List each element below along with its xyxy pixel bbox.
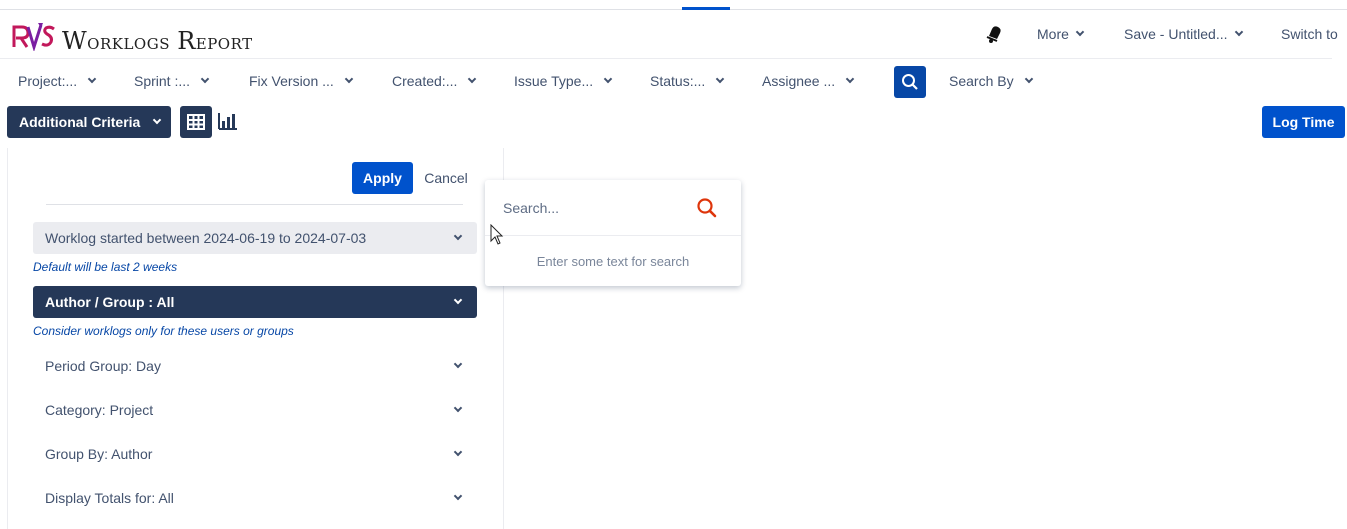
panel-divider — [46, 204, 463, 205]
chevron-down-icon — [603, 74, 613, 84]
filter-sprint[interactable]: Sprint :... — [134, 73, 210, 89]
criteria-hint: Default will be last 2 weeks — [33, 260, 178, 274]
criteria-label: Author / Group : All — [45, 294, 175, 310]
top-border — [0, 9, 1347, 10]
log-time-button[interactable]: Log Time — [1262, 106, 1345, 138]
user-search-dropdown: Enter some text for search — [485, 180, 741, 286]
chevron-down-icon — [468, 74, 477, 84]
criteria-worklog-date-range[interactable]: Worklog started between 2024-06-19 to 20… — [33, 222, 477, 254]
cancel-button[interactable]: Cancel — [418, 162, 474, 194]
search-button[interactable] — [894, 66, 926, 98]
more-menu[interactable]: More — [1037, 26, 1085, 42]
mouse-cursor-icon — [490, 224, 504, 245]
app-title-initial-1: W — [62, 27, 88, 55]
criteria-label: Display Totals for: All — [45, 490, 174, 506]
chevron-down-icon — [453, 447, 463, 457]
filter-label: Created:... — [392, 73, 458, 89]
save-label: Save - Untitled... — [1124, 26, 1228, 42]
filter-label: Status:... — [650, 73, 706, 89]
criteria-category[interactable]: Category: Project — [33, 394, 477, 426]
chevron-down-icon — [716, 74, 725, 84]
criteria-author-group[interactable]: Author / Group : All — [33, 286, 477, 318]
criteria-panel — [7, 148, 504, 529]
filter-fix-version[interactable]: Fix Version ... — [249, 73, 354, 89]
chevron-down-icon — [200, 74, 210, 84]
filter-label: Fix Version ... — [249, 73, 334, 89]
bell-icon[interactable] — [985, 25, 1003, 43]
chevron-down-icon — [87, 74, 97, 84]
chevron-down-icon — [153, 115, 162, 125]
chevron-down-icon — [453, 359, 463, 369]
criteria-display-totals[interactable]: Display Totals for: All — [33, 482, 477, 514]
chevron-down-icon — [453, 403, 463, 413]
chevron-down-icon — [845, 74, 855, 84]
criteria-label: Group By: Author — [45, 446, 153, 462]
additional-criteria-button[interactable]: Additional Criteria — [7, 106, 171, 138]
filter-issue-type[interactable]: Issue Type... — [514, 73, 613, 89]
switch-to-menu[interactable]: Switch to — [1281, 26, 1338, 42]
app-title: Worklogs Report — [62, 27, 253, 55]
search-icon[interactable] — [696, 197, 718, 219]
rvs-logo — [12, 20, 56, 52]
search-by-label: Search By — [949, 73, 1014, 89]
criteria-group-by[interactable]: Group By: Author — [33, 438, 477, 470]
criteria-period-group[interactable]: Period Group: Day — [33, 350, 477, 382]
chevron-down-icon — [1075, 27, 1085, 37]
chevron-down-icon — [453, 491, 463, 501]
criteria-label: Worklog started between 2024-06-19 to 20… — [45, 230, 367, 246]
filter-project[interactable]: Project:... — [18, 73, 97, 89]
chevron-down-icon — [1234, 27, 1243, 37]
chevron-down-icon — [453, 295, 463, 305]
active-tab-indicator — [682, 7, 730, 10]
user-search-input[interactable] — [503, 200, 683, 216]
rvs-logo-icon — [12, 23, 55, 51]
table-view-button[interactable] — [180, 106, 212, 138]
filter-assignee[interactable]: Assignee ... — [762, 73, 855, 89]
dropdown-empty-message: Enter some text for search — [536, 254, 690, 269]
header-divider — [0, 58, 1332, 59]
criteria-hint: Consider worklogs only for these users o… — [33, 324, 294, 338]
chevron-down-icon — [1024, 74, 1033, 84]
app-title-rest-2: eport — [195, 30, 253, 54]
more-label: More — [1037, 26, 1069, 42]
filter-created[interactable]: Created:... — [392, 73, 477, 89]
dropdown-divider — [485, 235, 741, 236]
chevron-down-icon — [453, 231, 463, 241]
chevron-down-icon — [344, 74, 354, 84]
search-icon — [902, 74, 918, 90]
save-menu[interactable]: Save - Untitled... — [1124, 26, 1243, 42]
app-title-rest-1: orklogs — [87, 30, 170, 54]
filter-label: Project:... — [18, 73, 78, 89]
filter-label: Assignee ... — [762, 73, 836, 89]
additional-criteria-label: Additional Criteria — [19, 114, 141, 130]
table-icon — [187, 114, 205, 130]
criteria-label: Category: Project — [45, 402, 154, 418]
switch-to-label: Switch to — [1281, 26, 1338, 42]
app-title-initial-2: R — [177, 27, 196, 55]
filter-label: Sprint :... — [134, 73, 191, 89]
filter-label: Issue Type... — [514, 73, 594, 89]
filter-status[interactable]: Status:... — [650, 73, 725, 89]
search-by-menu[interactable]: Search By — [949, 73, 1033, 89]
criteria-label: Period Group: Day — [45, 358, 161, 374]
bar-chart-icon[interactable] — [218, 112, 238, 130]
apply-button[interactable]: Apply — [352, 162, 413, 194]
